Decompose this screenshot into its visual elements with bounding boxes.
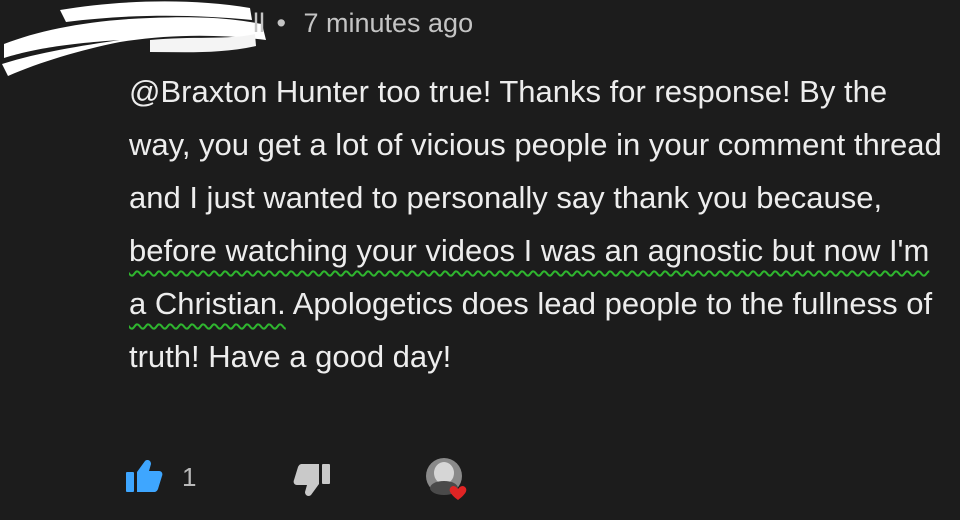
comment-text: @Braxton Hunter too true! Thanks for res… [129, 65, 954, 383]
like-count: 1 [182, 462, 197, 492]
author-name-partial[interactable]: ll [253, 8, 265, 38]
comment-timestamp[interactable]: 7 minutes ago [303, 8, 473, 38]
comment-text-start: @Braxton Hunter too true! Thanks for res… [129, 74, 942, 215]
thumbs-up-icon[interactable] [124, 458, 164, 494]
thumbs-down-icon[interactable] [292, 462, 332, 498]
meta-separator: • [276, 8, 286, 38]
creator-heart-icon [426, 458, 467, 500]
comment-meta: ll • 7 minutes ago [253, 8, 473, 39]
